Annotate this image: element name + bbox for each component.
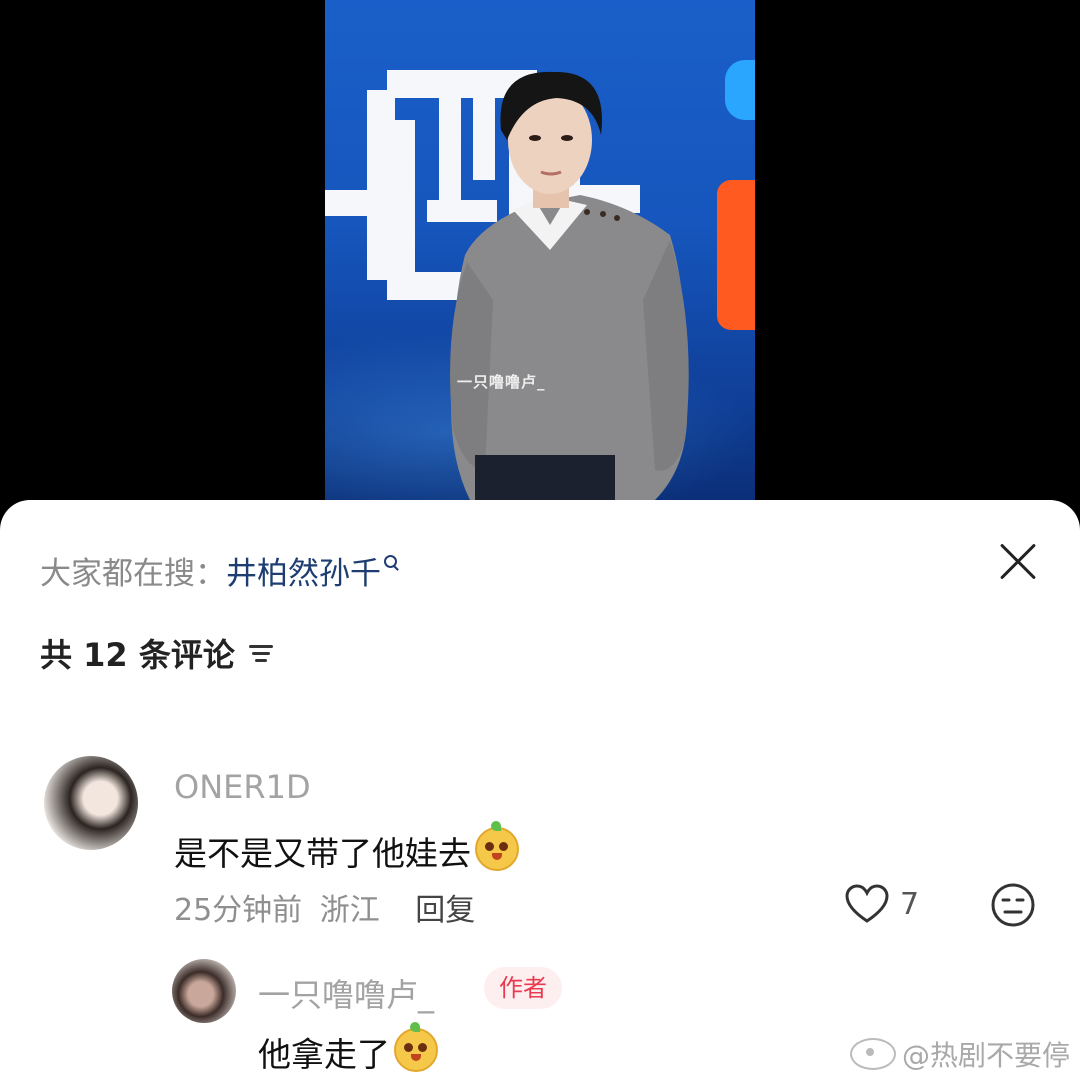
comment-sheet: 大家都在搜：井柏然孙千 共 12 条评论 ONER1D 是不是又带了他娃去 25…	[0, 500, 1080, 1080]
fruit-emoji-icon	[394, 1022, 438, 1072]
person-figure	[450, 71, 689, 500]
weibo-watermark-text: @热剧不要停	[902, 1039, 1071, 1072]
search-icon	[384, 555, 397, 568]
author-badge: 作者	[484, 967, 562, 1009]
weibo-logo-icon	[850, 1038, 896, 1070]
like-button[interactable]: 7	[844, 884, 919, 924]
comment-text-content: 是不是又带了他娃去	[174, 834, 471, 873]
comment-time: 25分钟前	[174, 893, 303, 928]
heart-icon	[845, 884, 889, 923]
trending-search-term[interactable]: 井柏然孙千	[226, 556, 381, 592]
neutral-face-icon	[991, 883, 1035, 927]
avatar[interactable]	[44, 756, 138, 850]
comment-count-header: 共 12 条评论	[40, 630, 275, 676]
reply-username[interactable]: 一只噜噜卢_	[258, 970, 434, 1016]
video-watermark: 一只噜噜卢_	[457, 373, 546, 391]
video-player[interactable]: 一只噜噜卢_	[325, 0, 755, 500]
like-count: 7	[900, 886, 920, 922]
avatar[interactable]	[172, 959, 236, 1023]
comment-count-label: 共 12 条评论	[40, 636, 235, 674]
close-button[interactable]	[996, 540, 1040, 584]
trending-search-prefix: 大家都在搜：	[40, 556, 226, 592]
comment-username[interactable]: ONER1D	[174, 768, 311, 806]
comment-location: 浙江	[319, 893, 380, 928]
reply-button[interactable]: 回复	[415, 893, 475, 928]
trending-search-row[interactable]: 大家都在搜：井柏然孙千	[40, 548, 397, 593]
dislike-button[interactable]	[990, 882, 1036, 932]
sort-icon[interactable]	[248, 643, 275, 663]
fruit-emoji-icon	[475, 821, 519, 871]
comment-text: 是不是又带了他娃去	[174, 821, 519, 875]
comment-meta: 25分钟前 浙江 回复	[174, 885, 475, 929]
weibo-watermark: @热剧不要停	[850, 1034, 1070, 1074]
reply-text-content: 他拿走了	[258, 1035, 390, 1074]
reply-text: 他拿走了	[258, 1022, 438, 1076]
